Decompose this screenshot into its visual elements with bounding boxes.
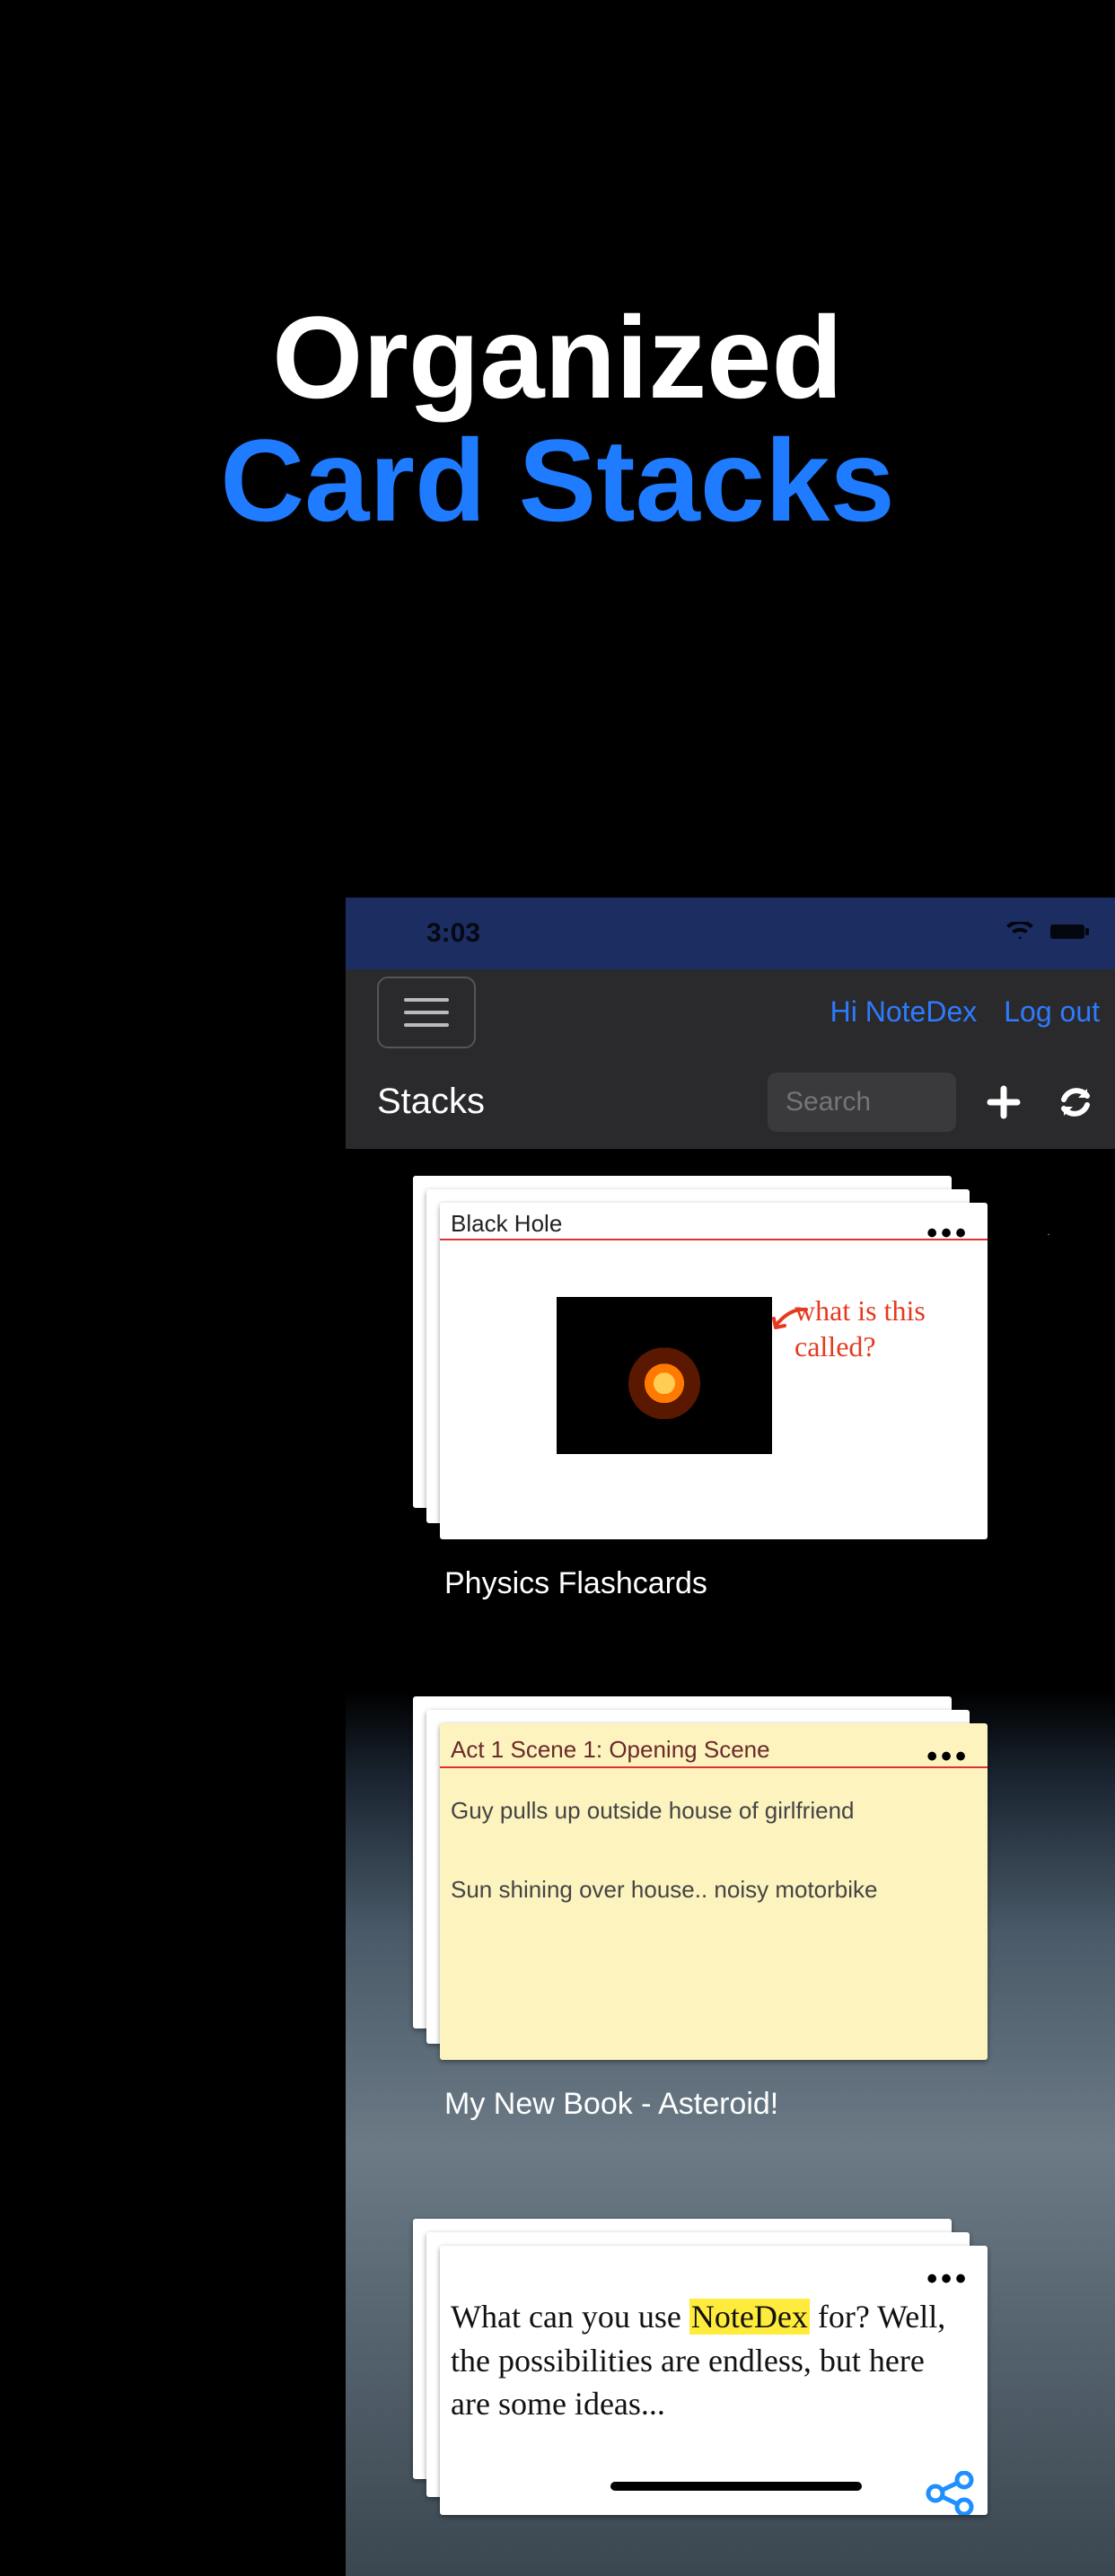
card-highlight: NoteDex bbox=[689, 2299, 810, 2335]
card-stack[interactable]: Black Hole ••• what is this called? bbox=[440, 1203, 988, 1539]
status-time: 3:03 bbox=[426, 918, 480, 949]
hero-line-2: Card Stacks bbox=[0, 419, 1115, 542]
card-menu-icon[interactable]: ••• bbox=[926, 1216, 970, 1251]
sync-button[interactable] bbox=[1050, 1077, 1100, 1126]
top-nav: Hi NoteDex Log out bbox=[346, 969, 1115, 1055]
hero-line-1: Organized bbox=[0, 296, 1115, 419]
stack-label: Physics Flashcards bbox=[444, 1566, 1041, 1601]
content-area[interactable]: Black Hole ••• what is this called? Phys… bbox=[346, 1149, 1115, 2576]
battery-icon bbox=[1049, 922, 1091, 946]
stack-item[interactable]: Black Hole ••• what is this called? Phys… bbox=[422, 1203, 1041, 1601]
marketing-hero: Organized Card Stacks bbox=[0, 296, 1115, 541]
stack-item[interactable]: Act 1 Scene 1: Opening Scene ••• Guy pul… bbox=[422, 1723, 1041, 2122]
card-body-line: Guy pulls up outside house of girlfriend bbox=[451, 1791, 970, 1830]
handwritten-annotation: what is this called? bbox=[795, 1292, 988, 1364]
greeting-link[interactable]: Hi NoteDex bbox=[830, 995, 978, 1029]
card-body-line: Sun shining over house.. noisy motorbike bbox=[451, 1870, 970, 1909]
card-menu-icon[interactable]: ••• bbox=[926, 2262, 970, 2297]
status-bar: 3:03 bbox=[346, 898, 1115, 969]
add-button[interactable] bbox=[979, 1077, 1028, 1126]
stack-item[interactable]: ••• What can you use NoteDex for? Well, … bbox=[422, 2246, 1041, 2515]
card-stack[interactable]: ••• What can you use NoteDex for? Well, … bbox=[440, 2246, 988, 2515]
card-image bbox=[557, 1297, 772, 1454]
card-title: Act 1 Scene 1: Opening Scene bbox=[451, 1736, 770, 1764]
wifi-icon bbox=[1006, 922, 1033, 946]
device-frame: 3:03 Hi NoteDex Log out Stacks bbox=[346, 898, 1115, 2576]
card-menu-icon[interactable]: ••• bbox=[926, 1739, 970, 1774]
card-title: Black Hole bbox=[451, 1210, 562, 1238]
menu-button[interactable] bbox=[377, 977, 476, 1048]
card-body: What can you use NoteDex for? Well, the … bbox=[451, 2295, 970, 2426]
card-body: Guy pulls up outside house of girlfriend… bbox=[451, 1791, 970, 1910]
card-text: What can you use bbox=[451, 2299, 689, 2335]
logout-link[interactable]: Log out bbox=[1004, 995, 1100, 1029]
stack-label: My New Book - Asteroid! bbox=[444, 2087, 1041, 2122]
card-stack[interactable]: Act 1 Scene 1: Opening Scene ••• Guy pul… bbox=[440, 1723, 988, 2060]
search-input[interactable] bbox=[768, 1073, 956, 1132]
page-title: Stacks bbox=[377, 1082, 485, 1122]
home-indicator[interactable] bbox=[610, 2482, 862, 2491]
share-icon[interactable] bbox=[925, 2471, 979, 2515]
toolbar: Stacks bbox=[346, 1055, 1115, 1149]
